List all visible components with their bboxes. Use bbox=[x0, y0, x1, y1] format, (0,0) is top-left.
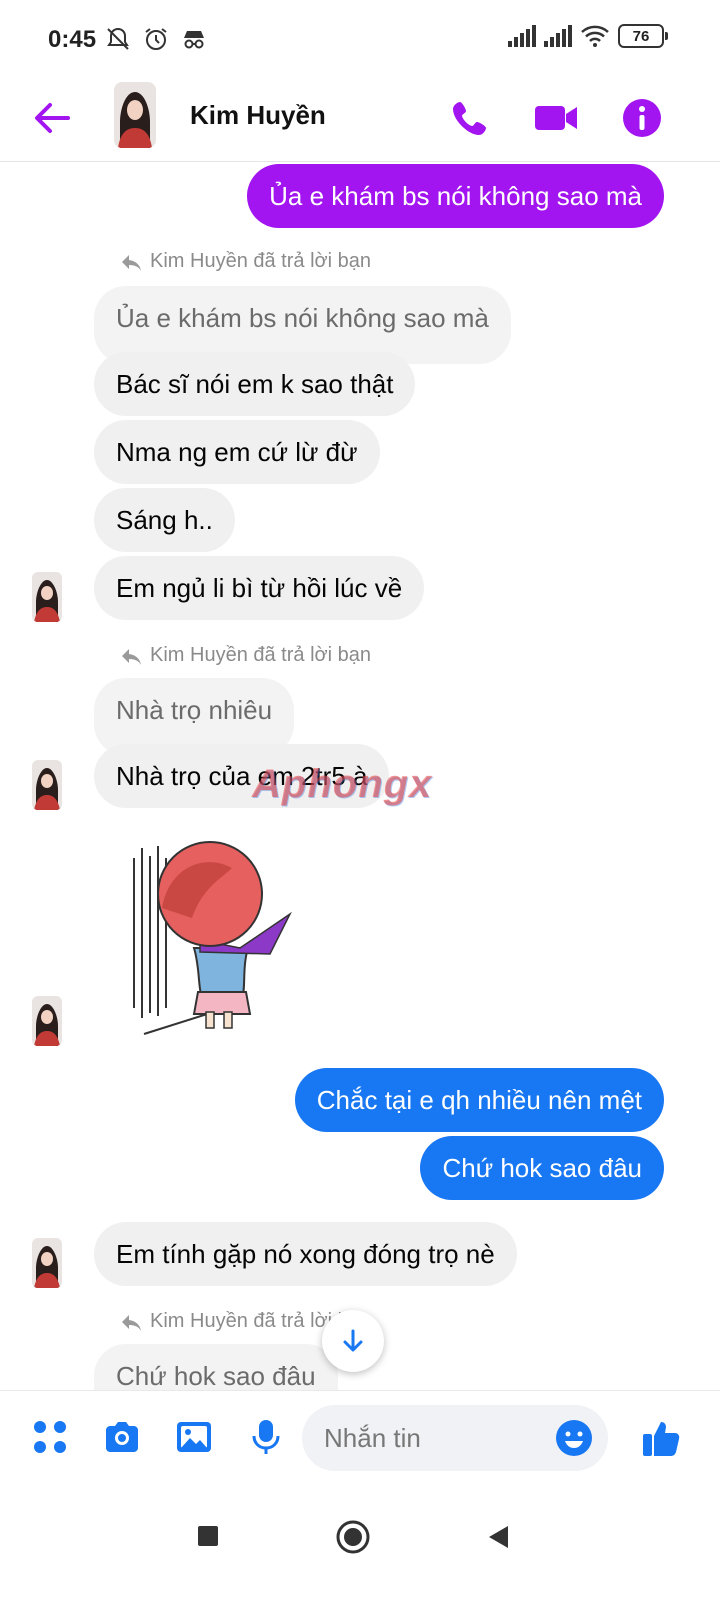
camera-icon[interactable] bbox=[102, 1417, 142, 1457]
incoming-message[interactable]: Em tính gặp nó xong đóng trọ nè bbox=[94, 1222, 517, 1286]
reply-label: Kim Huyền đã trả lời bạn bbox=[120, 250, 371, 273]
battery-indicator: 76 bbox=[618, 24, 668, 48]
incoming-message[interactable]: Nma ng em cứ lừ đừ bbox=[94, 420, 380, 484]
sender-avatar[interactable] bbox=[32, 996, 62, 1046]
sticker[interactable] bbox=[120, 838, 300, 1038]
message-input-placeholder: Nhắn tin bbox=[324, 1423, 421, 1453]
contact-avatar[interactable] bbox=[114, 82, 156, 148]
watermark: Aphongx bbox=[252, 762, 433, 806]
status-notification-icons bbox=[104, 25, 208, 53]
phone-icon[interactable] bbox=[446, 94, 494, 142]
home-icon[interactable] bbox=[336, 1520, 370, 1554]
reply-icon bbox=[122, 254, 141, 271]
wifi-icon bbox=[581, 25, 609, 47]
outgoing-message[interactable]: Chứ hok sao đâu bbox=[420, 1136, 664, 1200]
incoming-message[interactable]: Sáng h.. bbox=[94, 488, 235, 552]
back-nav-icon[interactable] bbox=[486, 1524, 510, 1550]
status-time: 0:45 bbox=[48, 26, 97, 53]
back-arrow-icon[interactable] bbox=[30, 96, 74, 140]
contact-name[interactable]: Kim Huyền bbox=[190, 100, 326, 131]
reply-label: Kim Huyền đã trả lời bạn bbox=[120, 644, 371, 667]
like-icon[interactable] bbox=[640, 1417, 682, 1459]
incoming-message[interactable]: Em ngủ li bì từ hồi lúc về bbox=[94, 556, 425, 620]
sender-avatar[interactable] bbox=[32, 1238, 62, 1288]
message-composer: Nhắn tin bbox=[0, 1390, 720, 1486]
battery-level: 76 bbox=[632, 27, 650, 45]
mute-bell-icon bbox=[107, 27, 129, 50]
reply-label-text: Kim Huyền đã trả lời bạn bbox=[150, 250, 371, 272]
info-icon[interactable] bbox=[618, 94, 666, 142]
incognito-icon bbox=[184, 31, 204, 49]
incoming-message[interactable]: Bác sĩ nói em k sao thật bbox=[94, 352, 416, 416]
mic-icon[interactable] bbox=[246, 1417, 286, 1457]
reply-icon bbox=[122, 648, 141, 665]
scroll-to-bottom-button[interactable] bbox=[322, 1310, 384, 1372]
reply-label-text: Kim Huyền đã trả lời bạn bbox=[150, 644, 371, 666]
video-icon[interactable] bbox=[532, 94, 580, 142]
signal-icon-2 bbox=[544, 25, 572, 47]
signal-icon bbox=[508, 25, 536, 47]
emoji-icon[interactable] bbox=[554, 1418, 594, 1458]
alarm-icon bbox=[145, 28, 167, 50]
sender-avatar[interactable] bbox=[32, 572, 62, 622]
status-system-icons: 76 bbox=[508, 24, 668, 48]
recents-icon[interactable] bbox=[196, 1524, 220, 1548]
reply-icon bbox=[122, 1314, 141, 1331]
message-thread[interactable]: Ủa e khám bs nói không sao mà Kim Huyền … bbox=[0, 162, 720, 1412]
arrow-down-icon bbox=[343, 1329, 363, 1352]
sender-avatar[interactable] bbox=[32, 760, 62, 810]
outgoing-message[interactable]: Ủa e khám bs nói không sao mà bbox=[247, 164, 664, 228]
conversation-header: Kim Huyền bbox=[0, 80, 720, 162]
message-input[interactable]: Nhắn tin bbox=[302, 1405, 608, 1471]
outgoing-message[interactable]: Chắc tại e qh nhiều nên mệt bbox=[294, 1068, 664, 1132]
apps-icon[interactable] bbox=[30, 1417, 70, 1457]
status-bar: 0:45 76 bbox=[0, 0, 720, 80]
gallery-icon[interactable] bbox=[174, 1417, 214, 1457]
system-navigation-bar bbox=[0, 1486, 720, 1600]
